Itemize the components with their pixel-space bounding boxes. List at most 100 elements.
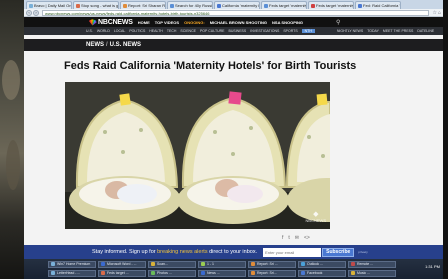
taskbar-item-label: Outlook ...: [307, 262, 323, 266]
photo-watermark: ◆ NBCNEWS: [305, 211, 326, 223]
nav-business[interactable]: BUSINESS: [229, 29, 247, 33]
taskbar-app-icon: [101, 262, 105, 266]
browser-tab-bar: Bravo | Daily Mail Onl×Stop song - what …: [24, 0, 443, 9]
taskbar-item[interactable]: News ...: [198, 269, 246, 277]
browser-tab[interactable]: Fed: Raid California 'm×: [355, 1, 401, 9]
tab-label: Feds target 'maternity h: [316, 3, 354, 8]
article-photo[interactable]: ◆ NBCNEWS: [65, 82, 330, 229]
facebook-icon[interactable]: f: [282, 235, 283, 241]
tab-favicon-icon: [217, 3, 221, 8]
taskbar-item[interactable]: Feds target ...: [98, 269, 146, 277]
taskbar-app-icon: [201, 262, 205, 266]
tab-label: Feds target 'maternity h: [269, 3, 307, 8]
nav-sports[interactable]: SPORTS: [283, 29, 297, 33]
email-icon[interactable]: ✉: [295, 235, 299, 241]
nav-pop-culture[interactable]: POP CULTURE: [200, 29, 225, 33]
taskbar-item-label: Scan...: [157, 262, 168, 266]
search-icon[interactable]: ⚲: [336, 19, 340, 26]
nav-local[interactable]: LOCAL: [114, 29, 125, 33]
home-icon[interactable]: ⌂: [438, 10, 441, 16]
address-bar: ‹ › www.nbcnews.com/news/us-news/feds-ra…: [24, 9, 443, 17]
taskbar-item[interactable]: Win7 Home Premium: [48, 260, 96, 268]
browser-tab[interactable]: Stop song - what is go×: [73, 1, 119, 9]
taskbar-item-label: Report: Sri...: [257, 271, 277, 275]
newsletter-bar: Stay informed. Sign up for breaking news…: [24, 245, 443, 259]
taskbar-row: Win7 Home Premium Microsoft Word - ... Sca…: [24, 260, 443, 268]
monitor-screen: Bravo | Daily Mail Onl×Stop song - what …: [24, 0, 443, 279]
back-icon[interactable]: ‹: [26, 9, 32, 16]
taskbar-item-label: Feds target ...: [107, 271, 129, 275]
tab-label: Bravo | Daily Mail Onl: [34, 3, 72, 8]
taskbar-item[interactable]: Report: Sri ...: [248, 260, 296, 268]
browser-tab[interactable]: Feds target 'maternity h×: [308, 1, 354, 9]
tab-label: Fed: Raid California 'm: [363, 3, 401, 8]
taskbar-item-label: Facebook: [307, 271, 323, 275]
taskbar-item[interactable]: Outlook ...: [298, 260, 346, 268]
email-field[interactable]: [263, 247, 322, 257]
breadcrumb-news[interactable]: NEWS: [86, 42, 104, 48]
tab-favicon-icon: [170, 3, 174, 8]
tab-label: Search for 40y Russian: [175, 3, 213, 8]
taskbar-item[interactable]: Remote ...: [348, 260, 396, 268]
taskbar-app-icon: [301, 271, 305, 275]
taskbar-app-icon: [251, 262, 255, 266]
tab-favicon-icon: [29, 3, 33, 8]
newsletter-text-highlight: breaking news alerts: [157, 249, 208, 255]
star-icon[interactable]: ☆: [432, 10, 436, 16]
nav-science[interactable]: SCIENCE: [180, 29, 196, 33]
taskbar-item[interactable]: Photos ...: [148, 269, 196, 277]
side-photo-left: [0, 0, 24, 279]
nav-home[interactable]: HOME: [138, 20, 150, 25]
nav-nsa[interactable]: NSA SNOOPING: [272, 20, 303, 25]
nav-top-videos[interactable]: TOP VIDEOS: [155, 20, 179, 25]
subscribe-button[interactable]: Subscribe: [322, 247, 355, 257]
nav-us[interactable]: U.S.: [86, 29, 93, 33]
nbc-logo[interactable]: NBCNEWS: [98, 19, 133, 26]
nav-michael-brown[interactable]: MICHAEL BROWN SHOOTING: [210, 20, 267, 25]
tab-favicon-icon: [123, 3, 127, 8]
twitter-icon[interactable]: t: [288, 235, 289, 241]
taskbar-item[interactable]: LetterHead - ...: [48, 269, 96, 277]
taskbar-item[interactable]: Scan...: [148, 260, 196, 268]
newsletter-message: Stay informed. Sign up for breaking news…: [92, 249, 257, 255]
embed-icon[interactable]: <>: [304, 235, 310, 241]
nav-today[interactable]: TODAY: [367, 29, 379, 33]
taskbar-item[interactable]: Report: Sri...: [248, 269, 296, 277]
taskbar-app-icon: [251, 271, 255, 275]
taskbar-item-label: Report: Sri ...: [257, 262, 278, 266]
taskbar-app-icon: [351, 262, 355, 266]
nav-dateline[interactable]: DATELINE: [417, 29, 434, 33]
browser-tab[interactable]: Feds target 'maternity h×: [261, 1, 307, 9]
tab-label: Stop song - what is go: [81, 3, 119, 8]
nbc-section-nav: U.S. WORLD LOCAL POLITICS HEALTH TECH SC…: [24, 27, 443, 35]
taskbar-item[interactable]: 1 - 1: [198, 260, 246, 268]
url-field[interactable]: www.nbcnews.com/news/us-news/feds-raid-c…: [42, 9, 430, 16]
taskbar-clock: 1:31 PM: [425, 264, 440, 269]
taskbar-app-icon: [101, 271, 105, 275]
taskbar-item[interactable]: Facebook: [298, 269, 346, 277]
article-headline: Feds Raid California 'Maternity Hotels' …: [64, 60, 357, 72]
nav-meet-the-press[interactable]: MEET THE PRESS: [383, 29, 413, 33]
tab-favicon-icon: [76, 3, 80, 8]
tab-label: California 'maternity h: [222, 3, 260, 8]
nav-box[interactable]: NTH: [301, 29, 315, 33]
nav-tech[interactable]: TECH: [167, 29, 177, 33]
taskbar-item[interactable]: Microsoft Word - ...: [98, 260, 146, 268]
watermark-text: NBCNEWS: [305, 218, 326, 223]
forward-icon[interactable]: ›: [33, 9, 39, 16]
taskbar-item-label: Remote ...: [357, 262, 374, 266]
browser-tab[interactable]: Bravo | Daily Mail Onl×: [26, 1, 72, 9]
breadcrumb-us-news[interactable]: U.S. NEWS: [110, 42, 141, 48]
privacy-link[interactable]: privacy: [358, 250, 368, 254]
nav-nightly-news[interactable]: NIGHTLY NEWS: [337, 29, 363, 33]
nav-health[interactable]: HEALTH: [149, 29, 163, 33]
browser-tab[interactable]: California 'maternity h×: [214, 1, 260, 9]
nav-politics[interactable]: POLITICS: [129, 29, 145, 33]
taskbar-item[interactable]: Music ...: [348, 269, 396, 277]
taskbar-app-icon: [351, 271, 355, 275]
taskbar-item-label: News ...: [207, 271, 220, 275]
browser-tab[interactable]: Report: Sri Sharan Rise×: [120, 1, 166, 9]
nav-investigations[interactable]: INVESTIGATIONS: [250, 29, 279, 33]
browser-tab[interactable]: Search for 40y Russian×: [167, 1, 213, 9]
nav-world[interactable]: WORLD: [97, 29, 110, 33]
